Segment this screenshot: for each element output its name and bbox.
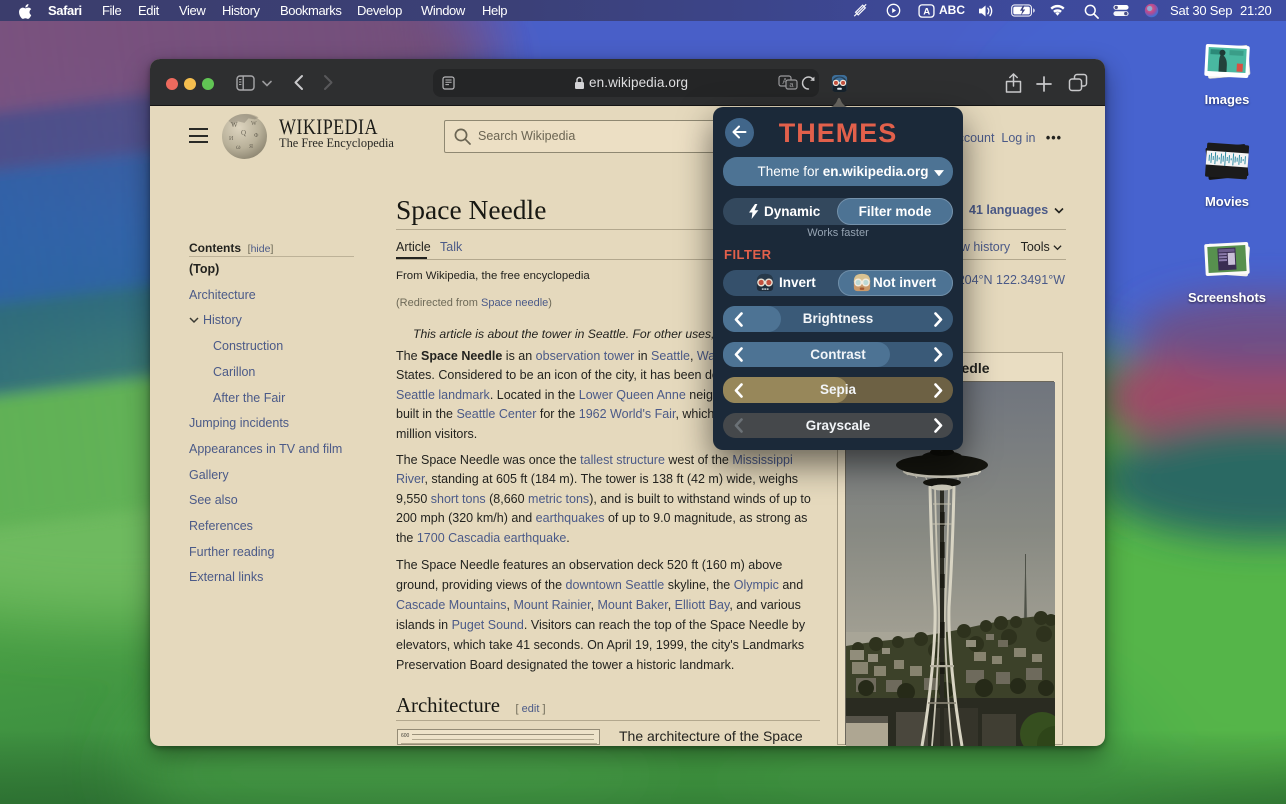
svg-text:W: W xyxy=(231,121,238,129)
svg-text:A: A xyxy=(923,6,930,17)
svg-text:W: W xyxy=(251,121,257,127)
